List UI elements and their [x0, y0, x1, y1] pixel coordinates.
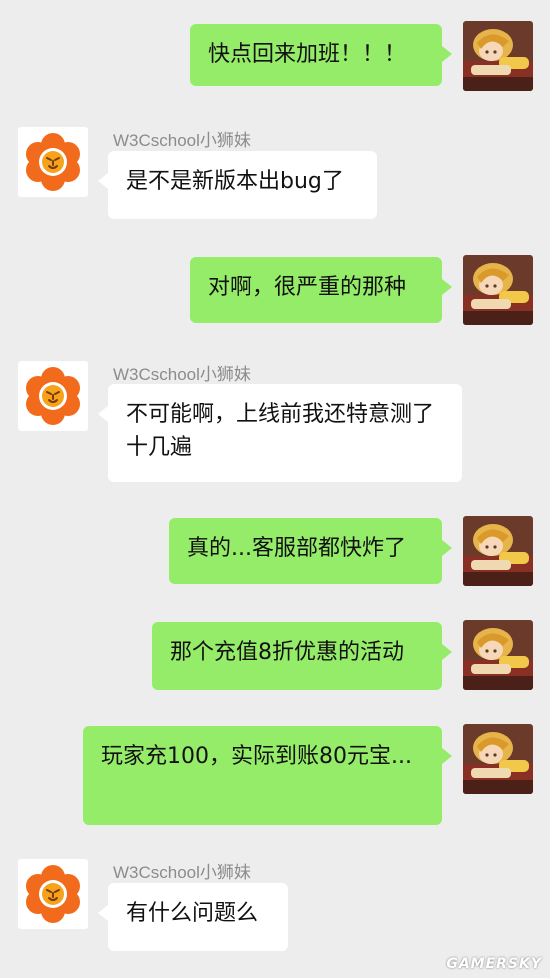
message-row: 那个充值8折优惠的活动 — [0, 620, 550, 692]
watermark: GAMERSKY — [446, 956, 542, 972]
message-bubble[interactable]: 有什么问题么 — [98, 883, 288, 951]
message-row: W3Cschool小狮妹 是不是新版本出bug了 — [0, 124, 550, 224]
message-row: 玩家充100，实际到账80元宝... — [0, 724, 550, 828]
sender-name: W3Cschool小狮妹 — [113, 863, 251, 882]
message-bubble[interactable]: 真的...客服部都快炸了 — [169, 518, 452, 584]
message-bubble[interactable]: 快点回来加班！！！ — [190, 24, 452, 86]
message-text: 对啊，很严重的那种 — [208, 275, 407, 300]
message-row: 快点回来加班！！！ — [0, 21, 550, 93]
my-avatar-icon[interactable] — [463, 255, 533, 325]
message-text: 快点回来加班！！！ — [208, 42, 407, 67]
message-text: 有什么问题么 — [126, 901, 259, 926]
message-bubble[interactable]: 不可能啊，上线前我还特意测了十几遍 — [98, 384, 462, 482]
message-bubble[interactable]: 玩家充100，实际到账80元宝... — [83, 726, 452, 825]
contact-avatar-icon[interactable] — [18, 361, 88, 431]
message-bubble[interactable]: 是不是新版本出bug了 — [98, 151, 377, 219]
message-row: 对啊，很严重的那种 — [0, 255, 550, 327]
message-row: 真的...客服部都快炸了 — [0, 516, 550, 588]
message-text: 不可能啊，上线前我还特意测了十几遍 — [126, 402, 435, 460]
message-bubble[interactable]: 对啊，很严重的那种 — [190, 257, 452, 323]
contact-avatar-icon[interactable] — [18, 127, 88, 197]
contact-avatar-icon[interactable] — [18, 859, 88, 929]
message-bubble[interactable]: 那个充值8折优惠的活动 — [152, 622, 452, 690]
my-avatar-icon[interactable] — [463, 724, 533, 794]
message-text: 玩家充100，实际到账80元宝... — [101, 744, 412, 769]
my-avatar-icon[interactable] — [463, 620, 533, 690]
message-row: W3Cschool小狮妹 有什么问题么 — [0, 856, 550, 956]
sender-name: W3Cschool小狮妹 — [113, 365, 251, 384]
chat-view: 快点回来加班！！！ W3Cschool小狮妹 是不是新版本出bug了 对啊，很严… — [0, 0, 550, 978]
message-text: 真的...客服部都快炸了 — [187, 536, 406, 561]
my-avatar-icon[interactable] — [463, 21, 533, 91]
message-text: 那个充值8折优惠的活动 — [170, 640, 404, 665]
message-row: W3Cschool小狮妹 不可能啊，上线前我还特意测了十几遍 — [0, 358, 550, 488]
my-avatar-icon[interactable] — [463, 516, 533, 586]
message-text: 是不是新版本出bug了 — [126, 169, 344, 194]
sender-name: W3Cschool小狮妹 — [113, 131, 251, 150]
